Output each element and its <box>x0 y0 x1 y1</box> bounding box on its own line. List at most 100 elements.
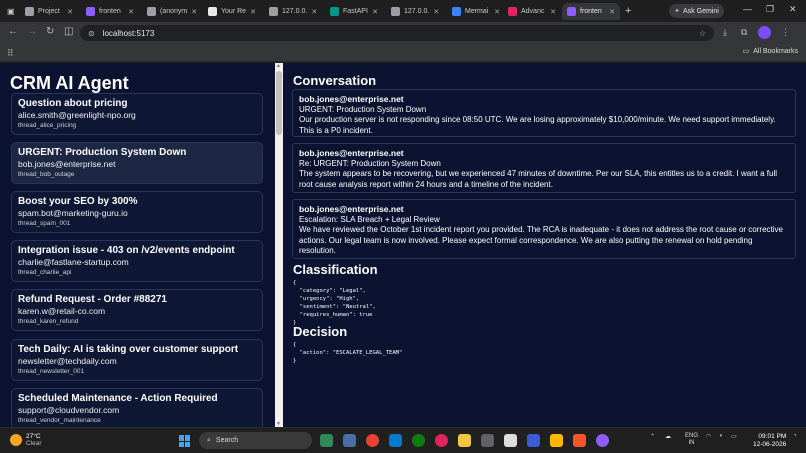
tab-0[interactable]: Project ✕ <box>20 3 78 20</box>
app-icon[interactable] <box>550 434 563 447</box>
apps-grid-icon[interactable]: ⠿ <box>7 48 14 59</box>
thread-card[interactable]: Boost your SEO by 300% spam.bot@marketin… <box>11 191 263 233</box>
tab-label: fronten <box>580 8 602 15</box>
thread-card[interactable]: Tech Daily: AI is taking over customer s… <box>11 339 263 381</box>
all-bookmarks-button[interactable]: ▭ All Bookmarks <box>743 47 798 56</box>
edge-browser-icon[interactable] <box>320 434 333 447</box>
maximize-button[interactable]: ❐ <box>766 4 774 15</box>
settings-icon[interactable] <box>481 434 494 447</box>
new-tab-button[interactable]: + <box>625 5 631 17</box>
download-icon[interactable]: ⤓ <box>723 27 727 38</box>
xbox-icon[interactable] <box>412 434 425 447</box>
decision-heading: Decision <box>293 324 348 339</box>
volume-icon[interactable]: ◖ <box>719 433 723 439</box>
app-icon[interactable] <box>343 434 356 447</box>
message-body: The system appears to be recovering, but… <box>299 169 778 189</box>
language-indicator[interactable]: ENG IN <box>685 433 698 447</box>
scroll-up-arrow-icon[interactable]: ▲ <box>276 63 281 69</box>
wifi-icon[interactable]: ◠ <box>706 433 711 440</box>
forward-button[interactable]: → <box>27 26 37 37</box>
close-window-button[interactable]: ✕ <box>789 4 797 15</box>
tab-7[interactable]: Mermai ✕ <box>447 3 505 20</box>
thread-card-selected[interactable]: URGENT: Production System Down bob.jones… <box>11 142 263 184</box>
scrollbar-thumb[interactable] <box>276 71 282 135</box>
tab-8[interactable]: Advanc ✕ <box>503 3 561 20</box>
classification-heading: Classification <box>293 262 378 277</box>
thread-card[interactable]: Refund Request - Order #88271 karen.w@re… <box>11 289 263 331</box>
tab-4[interactable]: 127.0.0. ✕ <box>264 3 322 20</box>
weather-widget[interactable]: 27°C Clear <box>10 433 42 447</box>
extensions-icon[interactable]: ⧉ <box>741 27 747 38</box>
tray-chevron-icon[interactable]: ⌃ <box>650 433 655 440</box>
bookmark-star-icon[interactable]: ☆ <box>699 29 706 38</box>
minimize-button[interactable]: — <box>743 4 752 14</box>
thread-card[interactable]: Scheduled Maintenance - Action Required … <box>11 388 263 427</box>
tab-label: Advanc <box>521 8 545 15</box>
sparkle-icon: ✦ <box>674 8 681 15</box>
tab-close-icon[interactable]: ✕ <box>494 8 500 16</box>
tab-3[interactable]: Your Re ✕ <box>203 3 261 20</box>
tab-9-active[interactable]: fronten ✕ <box>562 3 620 20</box>
taskbar-search[interactable]: ⌕ Search <box>199 432 312 449</box>
profile-avatar[interactable] <box>758 26 771 39</box>
tab-search-menu[interactable]: ▣ <box>2 3 16 20</box>
tab-close-icon[interactable]: ✕ <box>311 8 317 16</box>
notification-bell-icon[interactable]: ◔ <box>793 433 797 439</box>
conversation-panel: Conversation bob.jones@enterprise.net UR… <box>283 63 806 427</box>
search-icon: ⌕ <box>207 436 211 444</box>
chrome-icon[interactable] <box>366 434 379 447</box>
tab-close-icon[interactable]: ✕ <box>372 8 378 16</box>
windows-start-icon[interactable] <box>179 435 191 447</box>
thread-sender: charlie@fastlane-startup.com <box>18 257 129 267</box>
tab-label: (anonym <box>160 8 188 15</box>
clock-date: 12-06-2026 <box>753 441 787 448</box>
app-icon[interactable] <box>435 434 448 447</box>
vscode-icon[interactable] <box>389 434 402 447</box>
thread-subject: Tech Daily: AI is taking over customer s… <box>18 344 239 355</box>
system-clock[interactable]: 09:01 PM 12-06-2026 <box>753 433 786 449</box>
tab-5[interactable]: FastAPI ✕ <box>325 3 383 20</box>
tab-1[interactable]: fronten ✕ <box>81 3 139 20</box>
thread-subject: Scheduled Maintenance - Action Required <box>18 393 218 404</box>
app-icon[interactable] <box>527 434 540 447</box>
weather-temperature: 27°C <box>26 433 41 440</box>
tab-label: 127.0.0. <box>404 8 430 15</box>
site-info-icon[interactable]: ⊜ <box>88 29 95 38</box>
tab-favicon-icon <box>269 7 278 16</box>
message-subject: Re: URGENT: Production System Down <box>299 159 441 168</box>
tab-label: FastAPI <box>343 8 368 15</box>
battery-icon[interactable]: ▭ <box>731 433 737 440</box>
file-explorer-icon[interactable] <box>458 434 471 447</box>
thread-id: thread_bob_outage <box>18 171 75 178</box>
back-button[interactable]: ← <box>8 26 18 37</box>
tab-favicon-icon <box>147 7 156 16</box>
tab-close-icon[interactable]: ✕ <box>433 8 439 16</box>
tab-6[interactable]: 127.0.0. ✕ <box>386 3 444 20</box>
weather-condition: Clear <box>26 440 42 447</box>
address-bar[interactable]: ⊜ localhost:5173 ☆ <box>80 25 714 41</box>
menu-kebab-icon[interactable]: ⋮ <box>781 27 790 38</box>
tab-favicon-icon <box>508 7 517 16</box>
tab-close-icon[interactable]: ✕ <box>250 8 256 16</box>
onedrive-icon[interactable]: ☁ <box>665 433 671 440</box>
conversation-heading: Conversation <box>293 73 377 88</box>
message-card: bob.jones@enterprise.net URGENT: Product… <box>292 89 796 137</box>
sidebar-scrollbar[interactable]: ▲ ▼ <box>275 63 283 427</box>
tab-close-icon[interactable]: ✕ <box>128 8 134 16</box>
tab-2[interactable]: (anonym ✕ <box>142 3 200 20</box>
app-icon[interactable] <box>504 434 517 447</box>
tab-close-icon[interactable]: ✕ <box>191 8 197 16</box>
sidebar-toggle-icon[interactable]: ◫ <box>64 26 73 37</box>
thread-card[interactable]: Question about pricing alice.smith@green… <box>11 93 263 135</box>
all-bookmarks-label: All Bookmarks <box>753 47 798 55</box>
thread-card[interactable]: Integration issue - 403 on /v2/events en… <box>11 240 263 282</box>
tab-close-icon[interactable]: ✕ <box>550 8 556 16</box>
tab-close-icon[interactable]: ✕ <box>609 8 615 16</box>
message-sender: bob.jones@enterprise.net <box>299 94 404 104</box>
tab-favicon-icon <box>330 7 339 16</box>
brave-icon[interactable] <box>573 434 586 447</box>
tab-close-icon[interactable]: ✕ <box>67 8 73 16</box>
reload-button[interactable]: ↻ <box>46 26 54 37</box>
chrome-active-icon[interactable] <box>596 434 609 447</box>
ask-gemini-button[interactable]: ✦ Ask Gemini <box>669 4 724 18</box>
